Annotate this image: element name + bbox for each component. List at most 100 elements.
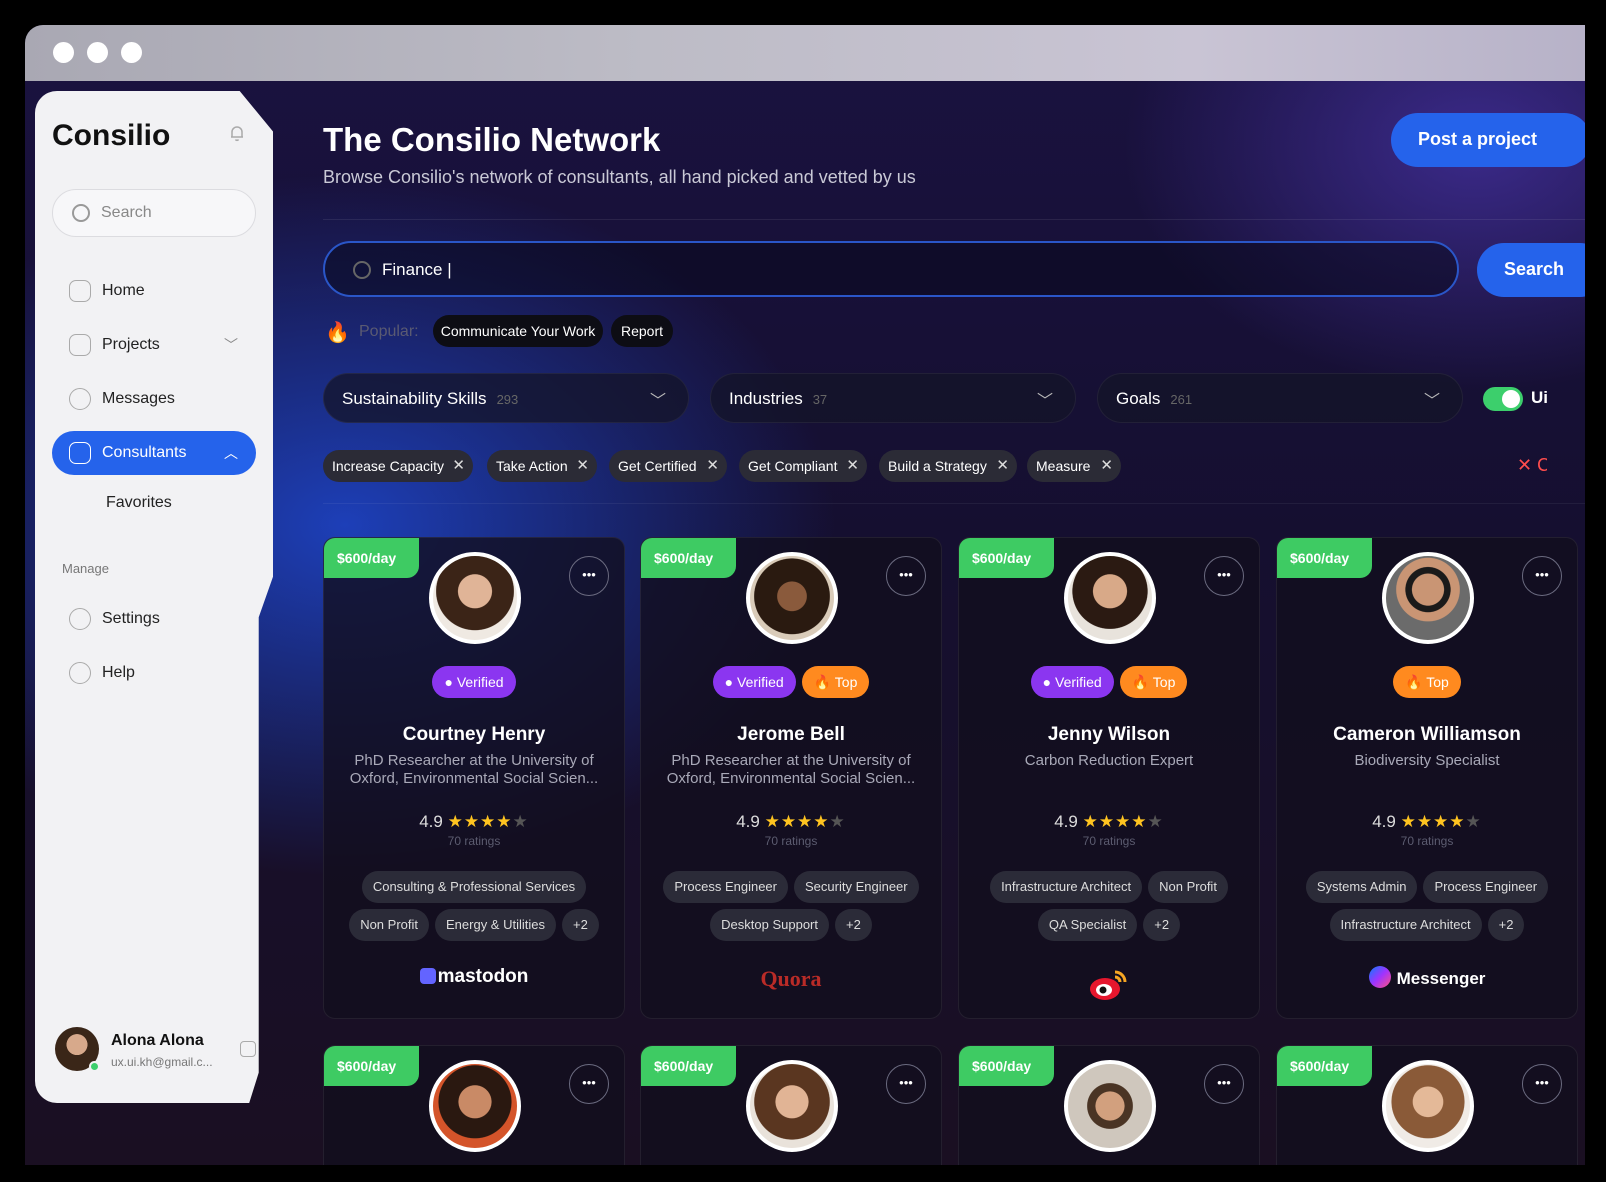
filter-goals[interactable]: Goals 261 ﹀: [1097, 373, 1463, 423]
mastodon-logo: mastodon: [324, 966, 624, 988]
post-project-button[interactable]: Post a project: [1391, 113, 1585, 167]
filter-industries[interactable]: Industries 37 ﹀: [710, 373, 1076, 423]
ratings-count: 70 ratings: [447, 834, 501, 848]
consultant-card[interactable]: $600/day ••• 🔥 Top Cameron Williamson Bi…: [1276, 537, 1578, 1019]
consultant-name[interactable]: Jenny Wilson: [959, 724, 1259, 746]
consultant-avatar: [429, 552, 521, 644]
divider: [323, 503, 1585, 504]
window-close-dot[interactable]: [53, 42, 74, 63]
sidebar-item-projects[interactable]: Projects ﹀: [52, 323, 256, 367]
consultant-card[interactable]: $600/day •••: [1276, 1045, 1578, 1165]
more-options-button[interactable]: •••: [886, 556, 926, 596]
skill-tag[interactable]: +2: [561, 909, 599, 941]
popular-chip[interactable]: Communicate Your Work: [433, 315, 603, 347]
chevron-down-icon: ﹀: [224, 337, 238, 353]
skill-tag[interactable]: QA Specialist: [1037, 909, 1138, 941]
sidebar-item-help[interactable]: Help: [52, 651, 256, 695]
skill-tag[interactable]: Energy & Utilities: [435, 909, 556, 941]
rating-value: 4.9: [419, 812, 443, 831]
sidebar-item-messages[interactable]: Messages: [52, 377, 256, 421]
more-options-button[interactable]: •••: [1522, 556, 1562, 596]
sidebar-subitem-favorites[interactable]: Favorites: [106, 494, 172, 512]
consultant-card[interactable]: $600/day ••• ● Verified 🔥 Top Jerome Bell…: [640, 537, 942, 1019]
rating-value: 4.9: [736, 812, 760, 831]
more-options-button[interactable]: •••: [1522, 1064, 1562, 1104]
top-label: Top: [1426, 674, 1449, 690]
tag-label: Build a Strategy: [888, 458, 987, 474]
active-filter-tag[interactable]: Get Certified ✕: [609, 450, 727, 482]
logout-icon[interactable]: [240, 1041, 256, 1057]
filter-count: 261: [1170, 392, 1193, 407]
skill-tag[interactable]: +2: [835, 909, 872, 941]
close-icon[interactable]: ✕: [706, 456, 719, 474]
skill-tags: Infrastructure Architect Non Profit QA Sp…: [967, 868, 1251, 944]
filter-sustainability-skills[interactable]: Sustainability Skills 293 ﹀: [323, 373, 689, 423]
fire-icon: 🔥: [325, 322, 350, 344]
star-rating-icon: ★★★★★: [447, 812, 529, 831]
sidebar-item-settings[interactable]: Settings: [52, 597, 256, 641]
skill-tag[interactable]: Systems Admin: [1305, 871, 1418, 903]
sidebar-item-consultants[interactable]: Consultants ︿: [52, 431, 256, 475]
consultant-card[interactable]: $600/day •••: [958, 1045, 1260, 1165]
skill-tag[interactable]: Non Profit: [1148, 871, 1228, 903]
close-icon[interactable]: ✕: [996, 456, 1009, 474]
more-options-button[interactable]: •••: [569, 556, 609, 596]
close-icon[interactable]: ✕: [576, 456, 589, 474]
skill-tag[interactable]: Infrastructure Architect: [990, 871, 1143, 903]
consultant-name[interactable]: Courtney Henry: [324, 724, 624, 746]
toggle-switch[interactable]: [1483, 387, 1523, 411]
skill-tag[interactable]: Desktop Support: [710, 909, 829, 941]
window-minimize-dot[interactable]: [87, 42, 108, 63]
rating: 4.9 ★★★★★: [641, 812, 941, 832]
sidebar-item-home[interactable]: Home: [52, 269, 256, 313]
badge-row: 🔥 Top: [1277, 666, 1577, 698]
weibo-icon: [959, 966, 1259, 1008]
consultant-avatar: [746, 552, 838, 644]
active-filter-tag[interactable]: Take Action ✕: [487, 450, 597, 482]
popular-chip[interactable]: Report: [611, 315, 673, 347]
window-maximize-dot[interactable]: [121, 42, 142, 63]
active-filter-tag[interactable]: Get Compliant ✕: [739, 450, 867, 482]
chevron-up-icon: ︿: [224, 445, 238, 461]
skill-tag[interactable]: +2: [1143, 909, 1181, 941]
consultant-card[interactable]: $600/day ••• ● Verified Courtney Henry P…: [323, 537, 625, 1019]
active-filter-tag[interactable]: Increase Capacity ✕: [323, 450, 473, 482]
search-button[interactable]: Search: [1477, 243, 1585, 297]
consultant-card[interactable]: $600/day •••: [323, 1045, 625, 1165]
search-icon: [72, 204, 90, 222]
skill-tag[interactable]: +2: [1487, 909, 1525, 941]
clear-filters-button[interactable]: ✕ C: [1517, 455, 1547, 476]
skill-tag[interactable]: Consulting & Professional Services: [361, 871, 587, 903]
users-icon: [69, 442, 91, 464]
active-filter-tag[interactable]: Build a Strategy ✕: [879, 450, 1017, 482]
consultant-card[interactable]: $600/day •••: [640, 1045, 942, 1165]
close-icon[interactable]: ✕: [1100, 456, 1113, 474]
consultant-name[interactable]: Cameron Williamson: [1277, 724, 1577, 746]
skill-tag[interactable]: Infrastructure Architect: [1329, 909, 1482, 941]
more-options-button[interactable]: •••: [886, 1064, 926, 1104]
skill-tags: Consulting & Professional Services Non P…: [332, 868, 616, 944]
skill-tag[interactable]: Process Engineer: [1423, 871, 1549, 903]
filter-label: Industries: [729, 389, 803, 408]
skill-tag[interactable]: Non Profit: [349, 909, 429, 941]
more-options-button[interactable]: •••: [1204, 1064, 1244, 1104]
sidebar-search-input[interactable]: Search: [52, 189, 256, 237]
badge-row: ● Verified 🔥 Top: [959, 666, 1259, 698]
bell-icon[interactable]: [227, 123, 247, 143]
star-rating-icon: ★★★★★: [1082, 812, 1164, 831]
verified-label: Verified: [737, 674, 784, 690]
consultant-card[interactable]: $600/day ••• ● Verified 🔥 Top Jenny Wilso…: [958, 537, 1260, 1019]
main-search-input[interactable]: Finance |: [323, 241, 1459, 297]
more-options-button[interactable]: •••: [1204, 556, 1244, 596]
help-icon: [69, 662, 91, 684]
main-search-value: Finance |: [382, 260, 452, 279]
consultant-name[interactable]: Jerome Bell: [641, 724, 941, 746]
skill-tag[interactable]: Security Engineer: [794, 871, 919, 903]
skill-tag[interactable]: Process Engineer: [663, 871, 788, 903]
user-profile[interactable]: Alona Alona ux.ui.kh@gmail.c...: [55, 1027, 265, 1077]
close-icon[interactable]: ✕: [846, 456, 859, 474]
close-icon[interactable]: ✕: [452, 456, 465, 474]
brand-label: mastodon: [437, 966, 529, 987]
active-filter-tag[interactable]: Measure ✕: [1027, 450, 1121, 482]
more-options-button[interactable]: •••: [569, 1064, 609, 1104]
